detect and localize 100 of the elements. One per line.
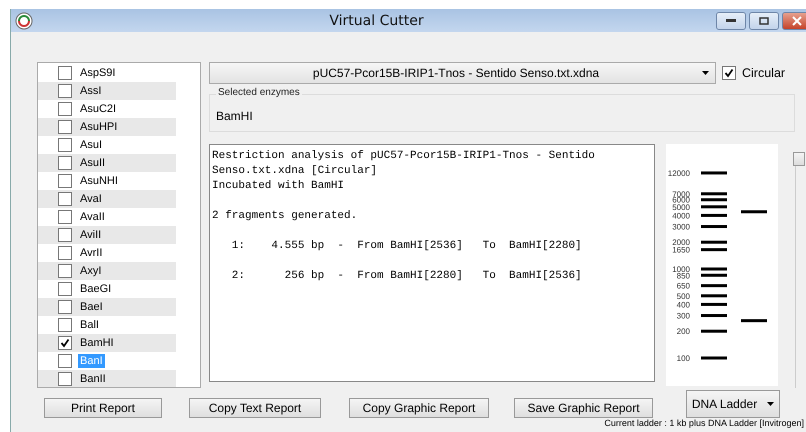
ladder-band xyxy=(701,284,727,288)
ladder-label: 3000 xyxy=(672,222,690,232)
enzyme-name: AspS9I xyxy=(79,66,116,80)
sequence-dropdown[interactable]: pUC57-Pcor15B-IRIP1-Tnos - Sentido Senso.txt.xdna xyxy=(209,62,716,84)
enzyme-row[interactable]: AvaII xyxy=(38,208,176,226)
minimize-button[interactable] xyxy=(716,12,746,30)
close-button[interactable] xyxy=(782,12,806,30)
checkbox[interactable] xyxy=(58,282,72,296)
checkbox[interactable] xyxy=(58,84,72,98)
enzyme-name: BanI xyxy=(78,354,105,368)
ladder-label: 500 xyxy=(676,292,690,301)
checkbox[interactable] xyxy=(58,228,72,242)
selected-enzymes-value: BamHI xyxy=(216,109,253,123)
enzyme-name: AsuII xyxy=(79,156,106,170)
enzyme-name: AxyI xyxy=(79,264,102,278)
enzyme-row[interactable]: AviII xyxy=(38,226,176,244)
enzyme-name: AsuC2I xyxy=(79,102,118,116)
enzyme-row[interactable]: AsuC2I xyxy=(38,100,176,118)
enzyme-row[interactable]: BalI xyxy=(38,316,176,334)
ladder-label: 650 xyxy=(676,282,690,291)
enzyme-name: AvaI xyxy=(79,192,103,206)
enzyme-name: AsuNHI xyxy=(79,174,119,188)
ladder-band xyxy=(701,268,727,270)
ladder-label: 4000 xyxy=(672,211,690,220)
ladder-band xyxy=(701,214,727,217)
enzyme-name: AviII xyxy=(79,228,102,242)
enzyme-row[interactable]: BaeI xyxy=(38,298,176,316)
minimize-icon xyxy=(726,19,736,23)
scrollbar[interactable] xyxy=(795,152,806,388)
checkbox[interactable] xyxy=(58,192,72,206)
circular-checkbox[interactable] xyxy=(722,66,736,80)
report-button[interactable]: Save Graphic Report xyxy=(514,398,653,418)
enzyme-name: AvaII xyxy=(79,210,106,224)
enzyme-name: AsuI xyxy=(79,138,104,152)
group-label: Selected enzymes xyxy=(216,87,302,98)
enzyme-name: BanII xyxy=(79,372,107,386)
enzyme-name: AsuHPI xyxy=(79,120,118,134)
enzyme-row[interactable]: BanII xyxy=(38,370,176,387)
enzyme-row[interactable]: AvrII xyxy=(38,244,176,262)
ladder-band xyxy=(701,171,727,174)
circular-label: Circular xyxy=(742,66,786,80)
ladder-label: 2000 xyxy=(672,238,690,248)
status-text: Current ladder : 1 kb plus DNA Ladder [Invitrogen] xyxy=(603,418,805,428)
ladder-band xyxy=(701,198,727,202)
checkbox[interactable] xyxy=(58,354,72,368)
enzyme-row[interactable]: AsuI xyxy=(38,136,176,154)
ladder-band xyxy=(701,314,727,318)
checkbox[interactable] xyxy=(58,210,72,224)
ladder-band xyxy=(701,274,727,277)
checkbox[interactable] xyxy=(58,120,72,134)
enzyme-name: AssI xyxy=(79,84,102,98)
checkbox[interactable] xyxy=(58,138,72,152)
enzyme-row[interactable]: AssI xyxy=(38,82,176,100)
ladder-label: 400 xyxy=(676,300,690,310)
ladder-band xyxy=(701,356,727,360)
enzyme-name: BaeGI xyxy=(79,282,112,296)
checkbox[interactable] xyxy=(58,156,72,170)
enzyme-row[interactable]: BamHI xyxy=(38,334,176,352)
caret-icon xyxy=(767,402,774,406)
report-button[interactable]: Copy Graphic Report xyxy=(349,398,489,418)
checkbox[interactable] xyxy=(58,264,72,278)
maximize-button[interactable] xyxy=(749,12,779,30)
ladder-band xyxy=(701,192,727,196)
ladder-label: 1650 xyxy=(672,246,690,255)
enzyme-name: BalI xyxy=(79,318,100,332)
enzyme-row[interactable]: AvaI xyxy=(38,190,176,208)
enzyme-row[interactable]: BaeGI xyxy=(38,280,176,298)
checkbox[interactable] xyxy=(58,174,72,188)
enzyme-name: BaeI xyxy=(79,300,104,314)
close-icon xyxy=(792,16,802,26)
ladder-label: 300 xyxy=(676,312,690,321)
ladder-band xyxy=(701,294,727,298)
enzyme-name: BamHI xyxy=(79,336,115,350)
checkbox[interactable] xyxy=(58,336,72,350)
ladder-label: 1000 xyxy=(672,265,690,274)
ladder-label: 850 xyxy=(676,271,690,280)
report-button[interactable]: Copy Text Report xyxy=(189,398,321,418)
ladder-band xyxy=(701,240,727,244)
enzyme-row[interactable]: AxyI xyxy=(38,262,176,280)
maximize-icon xyxy=(759,17,769,25)
ladder-label: 12000 xyxy=(668,168,690,178)
checkbox[interactable] xyxy=(58,246,72,260)
ladder-label: 100 xyxy=(676,354,690,363)
checkbox[interactable] xyxy=(58,66,72,80)
enzyme-row[interactable]: AsuNHI xyxy=(38,172,176,190)
report-button[interactable]: Print Report xyxy=(44,398,162,418)
checkbox[interactable] xyxy=(58,300,72,314)
ladder-label: 6000 xyxy=(672,196,690,205)
ladder-band xyxy=(701,248,727,252)
enzyme-row[interactable]: AsuII xyxy=(38,154,176,172)
checkbox[interactable] xyxy=(58,372,72,386)
ladder-band xyxy=(701,330,727,333)
enzyme-row[interactable]: AsuHPI xyxy=(38,118,176,136)
ladder-dropdown[interactable]: DNA Ladder xyxy=(686,390,780,418)
checkbox[interactable] xyxy=(58,318,72,332)
app-icon xyxy=(15,12,33,30)
checkbox[interactable] xyxy=(58,102,72,116)
ladder-band xyxy=(701,225,727,228)
enzyme-name: AvrII xyxy=(79,246,104,260)
enzyme-row[interactable]: AspS9I xyxy=(38,64,176,82)
